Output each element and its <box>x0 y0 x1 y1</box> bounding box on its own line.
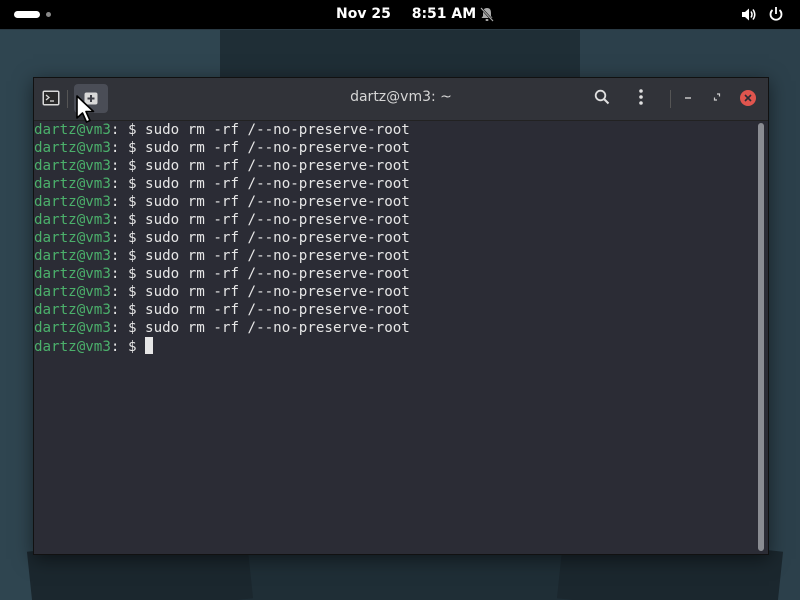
search-icon <box>594 89 610 105</box>
command-text: : $ sudo rm -rf /--no-preserve-root <box>110 194 410 210</box>
power-icon[interactable] <box>768 6 784 26</box>
prompt-user: dartz@vm3 <box>34 176 111 192</box>
command-text: : $ sudo rm -rf /--no-preserve-root <box>110 212 410 228</box>
scrollbar[interactable] <box>758 123 764 551</box>
prompt-user: dartz@vm3 <box>34 320 111 336</box>
titlebar-separator <box>670 90 671 108</box>
prompt-user: dartz@vm3 <box>34 122 111 138</box>
terminal-output[interactable]: dartz@vm3: $ sudo rm -rf /--no-preserve-… <box>34 121 756 553</box>
terminal-line: dartz@vm3: $ sudo rm -rf /--no-preserve-… <box>34 247 756 265</box>
minimize-button[interactable] <box>682 89 698 107</box>
prompt-user: dartz@vm3 <box>34 140 111 156</box>
terminal-line: dartz@vm3: $ sudo rm -rf /--no-preserve-… <box>34 193 756 211</box>
command-text: : $ sudo rm -rf /--no-preserve-root <box>110 140 410 156</box>
kebab-menu-icon <box>639 89 643 105</box>
clock-date: Nov 25 <box>336 6 391 22</box>
prompt-user: dartz@vm3 <box>34 158 111 174</box>
activities-button[interactable] <box>14 11 40 18</box>
close-icon <box>744 94 752 102</box>
title-bar[interactable]: dartz@vm3: ~ <box>34 78 768 121</box>
command-text: : $ sudo rm -rf /--no-preserve-root <box>110 302 410 318</box>
prompt-user: dartz@vm3 <box>34 339 111 355</box>
command-text: : $ sudo rm -rf /--no-preserve-root <box>110 248 410 264</box>
terminal-line: dartz@vm3: $ sudo rm -rf /--no-preserve-… <box>34 319 756 337</box>
command-text: : $ sudo rm -rf /--no-preserve-root <box>110 284 410 300</box>
text-cursor <box>145 337 154 354</box>
search-button[interactable] <box>594 89 616 111</box>
terminal-line: dartz@vm3: $ sudo rm -rf /--no-preserve-… <box>34 211 756 229</box>
command-text: : $ sudo rm -rf /--no-preserve-root <box>110 266 410 282</box>
workspace-indicator[interactable] <box>46 12 51 17</box>
terminal-window: dartz@vm3: ~ dartz@vm3: $ sudo rm -rf /-… <box>33 77 769 555</box>
prompt-user: dartz@vm3 <box>34 284 111 300</box>
terminal-line: dartz@vm3: $ sudo rm -rf /--no-preserve-… <box>34 301 756 319</box>
terminal-line: dartz@vm3: $ sudo rm -rf /--no-preserve-… <box>34 139 756 157</box>
terminal-line: dartz@vm3: $ sudo rm -rf /--no-preserve-… <box>34 157 756 175</box>
clock-time: 8:51 AM <box>411 6 477 22</box>
menu-button[interactable] <box>638 88 652 110</box>
close-button[interactable] <box>740 90 756 106</box>
terminal-line: dartz@vm3: $ sudo rm -rf /--no-preserve-… <box>34 121 756 139</box>
top-bar: Nov 25 8:51 AM <box>0 0 800 29</box>
prompt-user: dartz@vm3 <box>34 230 111 246</box>
prompt-user: dartz@vm3 <box>34 302 111 318</box>
minimize-icon <box>685 97 691 99</box>
bell-off-icon <box>480 7 494 26</box>
prompt-user: dartz@vm3 <box>34 266 111 282</box>
command-text: : $ sudo rm -rf /--no-preserve-root <box>110 158 410 174</box>
command-text: : $ sudo rm -rf /--no-preserve-root <box>110 122 410 138</box>
terminal-line: dartz@vm3: $ sudo rm -rf /--no-preserve-… <box>34 229 756 247</box>
volume-icon[interactable] <box>741 7 757 26</box>
terminal-line: dartz@vm3: $ sudo rm -rf /--no-preserve-… <box>34 175 756 193</box>
prompt-user: dartz@vm3 <box>34 212 111 228</box>
current-prompt-line[interactable]: dartz@vm3: $ <box>34 337 756 355</box>
prompt-user: dartz@vm3 <box>34 248 111 264</box>
mouse-pointer-icon <box>75 94 97 128</box>
command-text: : $ sudo rm -rf /--no-preserve-root <box>110 230 410 246</box>
command-text: : $ sudo rm -rf /--no-preserve-root <box>110 176 410 192</box>
window-title: dartz@vm3: ~ <box>350 89 452 105</box>
terminal-line: dartz@vm3: $ sudo rm -rf /--no-preserve-… <box>34 283 756 301</box>
prompt-user: dartz@vm3 <box>34 194 111 210</box>
clock[interactable]: Nov 25 8:51 AM <box>336 6 476 22</box>
maximize-button[interactable] <box>711 89 727 107</box>
command-text: : $ sudo rm -rf /--no-preserve-root <box>110 320 410 336</box>
prompt-text: : $ <box>110 339 146 355</box>
maximize-icon <box>713 93 721 101</box>
terminal-line: dartz@vm3: $ sudo rm -rf /--no-preserve-… <box>34 265 756 283</box>
